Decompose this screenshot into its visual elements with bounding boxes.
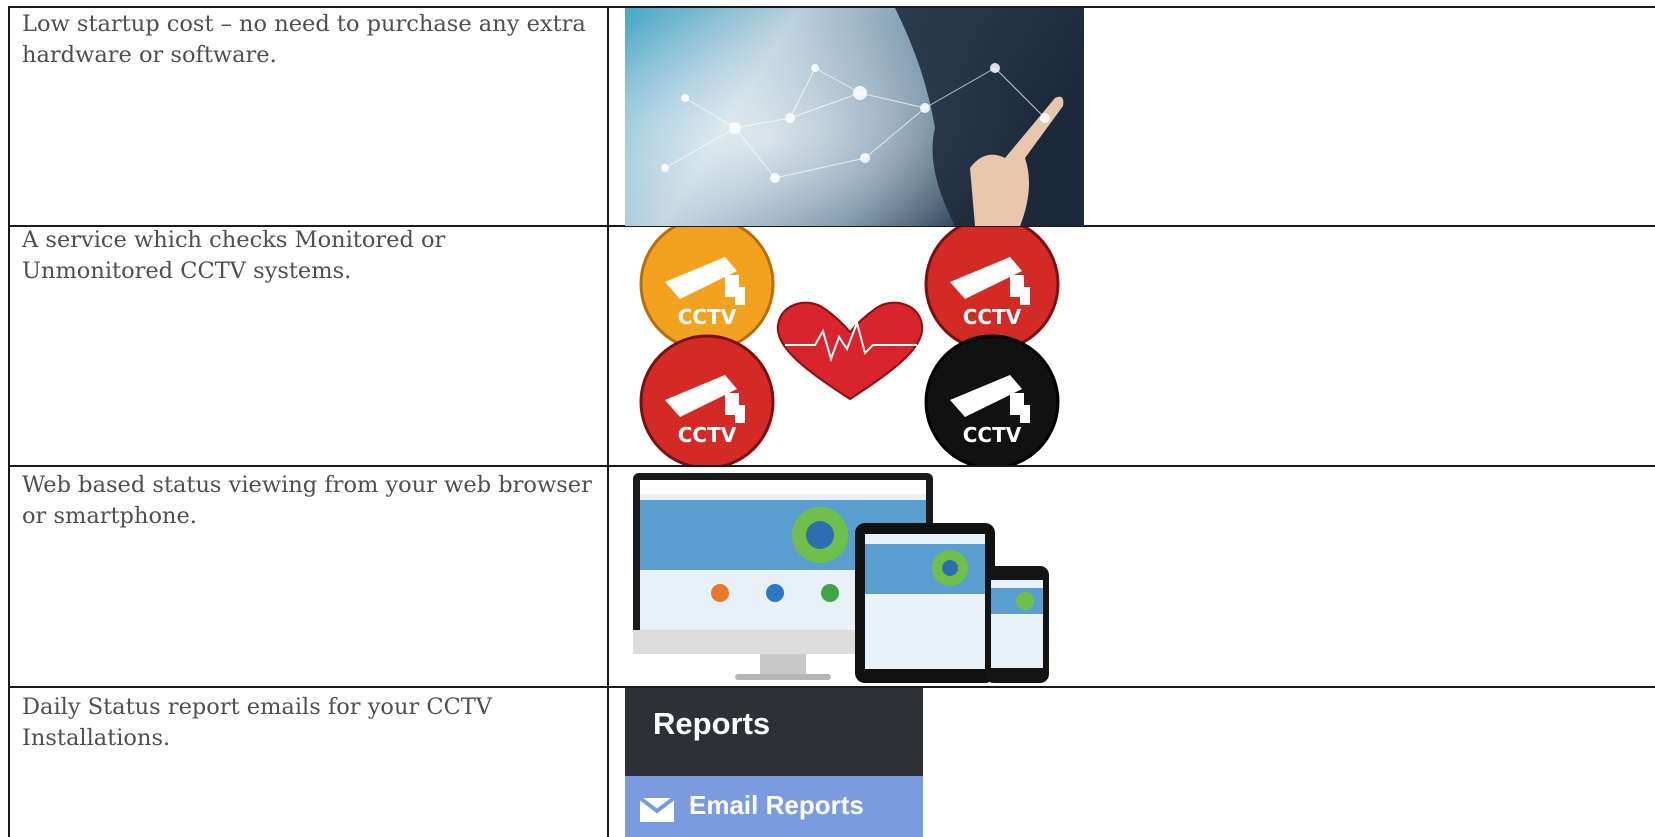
table-border-left [8, 6, 10, 837]
email-reports-menu-item[interactable]: Email Reports [625, 776, 923, 837]
reports-menu-image: Reports Email Reports [625, 688, 923, 837]
smartphone-icon [985, 566, 1049, 683]
row-3-description: Web based status viewing from your web b… [22, 472, 592, 529]
row-4-description: Daily Status report emails for your CCTV… [22, 694, 493, 751]
row-2-description: A service which checks Monitored or Unmo… [22, 227, 446, 284]
cctv-badge-label: CCTV [963, 305, 1022, 329]
tablet-icon [855, 523, 995, 683]
cctv-badge-red: CCTV [639, 334, 775, 465]
envelope-icon [640, 798, 674, 822]
document-table: Low startup cost – no need to purchase a… [0, 0, 1655, 837]
cctv-badge-label: CCTV [678, 423, 737, 447]
cctv-badge-label: CCTV [678, 305, 737, 329]
row-1-description: Low startup cost – no need to purchase a… [22, 11, 586, 68]
reports-heading: Reports [653, 706, 771, 741]
table-row-divider [8, 465, 1655, 467]
cctv-badge-black: CCTV [924, 334, 1060, 465]
cctv-badge-orange: CCTV [639, 227, 775, 352]
email-reports-label: Email Reports [689, 790, 864, 820]
reports-heading-bar: Reports [625, 688, 923, 776]
table-column-divider [607, 6, 609, 837]
cctv-badge-red: CCTV [924, 227, 1060, 352]
heartbeat-heart-icon [776, 301, 924, 401]
cctv-badge-label: CCTV [963, 423, 1022, 447]
touch-network-image [625, 8, 1084, 226]
cctv-heartbeat-image: CCTV CCTV CCTV CCTV [625, 227, 1075, 465]
devices-image [625, 468, 1057, 686]
